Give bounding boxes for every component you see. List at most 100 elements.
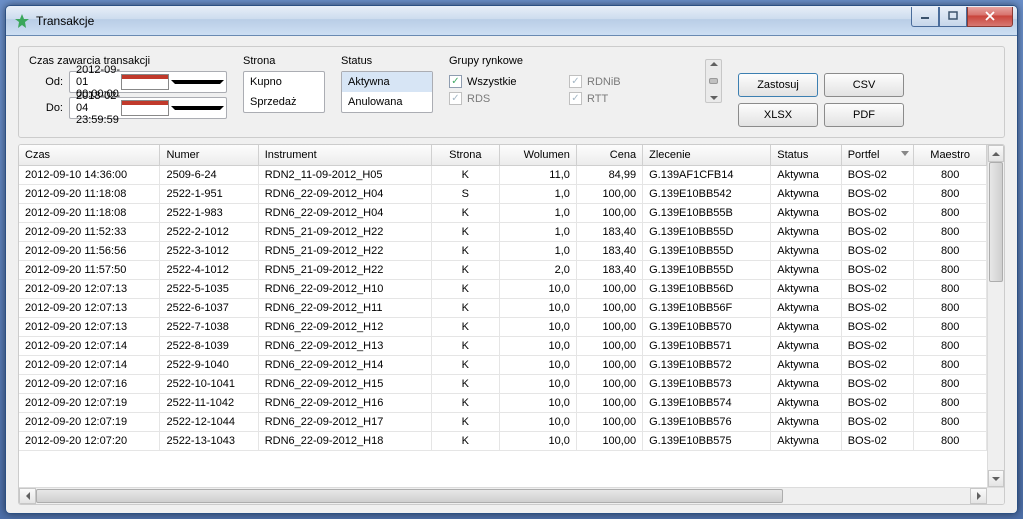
cell-strona: K <box>431 261 499 280</box>
status-listbox[interactable]: Aktywna Anulowana <box>341 71 433 113</box>
cell-wolumen: 1,0 <box>500 242 577 261</box>
header-cena[interactable]: Cena <box>576 145 642 166</box>
scroll-right-button[interactable] <box>970 488 987 504</box>
cell-numer: 2522-1-951 <box>160 185 258 204</box>
cell-wolumen: 10,0 <box>500 394 577 413</box>
header-numer[interactable]: Numer <box>160 145 258 166</box>
apply-button[interactable]: Zastosuj <box>738 73 818 97</box>
header-strona[interactable]: Strona <box>431 145 499 166</box>
cell-strona: K <box>431 204 499 223</box>
cell-cena: 100,00 <box>576 375 642 394</box>
cell-instrument: RDN6_22-09-2012_H17 <box>258 413 431 432</box>
close-button[interactable] <box>967 7 1013 27</box>
cell-strona: K <box>431 356 499 375</box>
scroll-thumb[interactable] <box>989 162 1003 282</box>
cell-portfel: BOS-02 <box>841 185 914 204</box>
cell-czas: 2012-09-20 12:07:14 <box>19 337 160 356</box>
vertical-scrollbar[interactable] <box>987 145 1004 487</box>
table-row[interactable]: 2012-09-20 12:07:142522-9-1040RDN6_22-09… <box>19 356 987 375</box>
cell-strona: K <box>431 413 499 432</box>
status-option-cancelled[interactable]: Anulowana <box>342 92 432 112</box>
cell-maestro: 800 <box>914 204 987 223</box>
scroll-thumb[interactable] <box>709 78 718 84</box>
cell-status: Aktywna <box>771 337 841 356</box>
scroll-left-button[interactable] <box>19 488 36 504</box>
cell-instrument: RDN6_22-09-2012_H11 <box>258 299 431 318</box>
check-rdnib[interactable]: ✓ RDNiB <box>569 75 689 88</box>
cell-instrument: RDN6_22-09-2012_H10 <box>258 280 431 299</box>
cell-strona: K <box>431 394 499 413</box>
table-row[interactable]: 2012-09-20 12:07:132522-6-1037RDN6_22-09… <box>19 299 987 318</box>
cell-status: Aktywna <box>771 375 841 394</box>
cell-cena: 100,00 <box>576 185 642 204</box>
xlsx-button[interactable]: XLSX <box>738 103 818 127</box>
cell-strona: K <box>431 223 499 242</box>
to-datetime-picker[interactable]: 2013-02-04 23:59:59 <box>69 97 227 119</box>
status-group: Status Aktywna Anulowana <box>341 55 433 113</box>
side-option-sell[interactable]: Sprzedaż <box>244 92 324 112</box>
cell-numer: 2522-13-1043 <box>160 432 258 451</box>
table-row[interactable]: 2012-09-20 12:07:192522-11-1042RDN6_22-0… <box>19 394 987 413</box>
time-group: Czas zawarcia transakcji Od: 2012-09-01 … <box>29 55 227 123</box>
cell-maestro: 800 <box>914 394 987 413</box>
cell-cena: 100,00 <box>576 204 642 223</box>
groups-scrollbar[interactable] <box>705 59 722 103</box>
side-listbox[interactable]: Kupno Sprzedaż <box>243 71 325 113</box>
header-instrument[interactable]: Instrument <box>258 145 431 166</box>
scroll-thumb[interactable] <box>36 489 783 503</box>
check-all[interactable]: ✓ Wszystkie <box>449 75 569 88</box>
table-row[interactable]: 2012-09-20 11:56:562522-3-1012RDN5_21-09… <box>19 242 987 261</box>
table-row[interactable]: 2012-09-20 11:52:332522-2-1012RDN5_21-09… <box>19 223 987 242</box>
cell-cena: 84,99 <box>576 166 642 185</box>
status-option-active[interactable]: Aktywna <box>342 72 432 92</box>
minimize-button[interactable] <box>911 7 939 27</box>
table-row[interactable]: 2012-09-10 14:36:002509-6-24RDN2_11-09-2… <box>19 166 987 185</box>
cell-portfel: BOS-02 <box>841 337 914 356</box>
table-row[interactable]: 2012-09-20 12:07:162522-10-1041RDN6_22-0… <box>19 375 987 394</box>
button-group: Zastosuj CSV XLSX PDF <box>738 55 912 127</box>
check-all-label: Wszystkie <box>467 76 517 88</box>
cell-cena: 100,00 <box>576 394 642 413</box>
cell-zlecenie: G.139AF1CFB14 <box>643 166 771 185</box>
table-row[interactable]: 2012-09-20 12:07:132522-7-1038RDN6_22-09… <box>19 318 987 337</box>
filter-panel: Czas zawarcia transakcji Od: 2012-09-01 … <box>18 46 1005 138</box>
check-rtt[interactable]: ✓ RTT <box>569 92 689 105</box>
cell-portfel: BOS-02 <box>841 432 914 451</box>
header-maestro[interactable]: Maestro <box>914 145 987 166</box>
table-row[interactable]: 2012-09-20 12:07:142522-8-1039RDN6_22-09… <box>19 337 987 356</box>
cell-status: Aktywna <box>771 242 841 261</box>
cell-strona: S <box>431 185 499 204</box>
table-row[interactable]: 2012-09-20 12:07:132522-5-1035RDN6_22-09… <box>19 280 987 299</box>
filter-icon <box>901 151 909 156</box>
transactions-grid[interactable]: Czas Numer Instrument Strona Wolumen Cen… <box>19 145 987 487</box>
cell-czas: 2012-09-20 12:07:13 <box>19 280 160 299</box>
header-czas[interactable]: Czas <box>19 145 160 166</box>
table-row[interactable]: 2012-09-20 11:18:082522-1-951RDN6_22-09-… <box>19 185 987 204</box>
titlebar[interactable]: Transakcje <box>6 6 1017 36</box>
table-row[interactable]: 2012-09-20 11:57:502522-4-1012RDN5_21-09… <box>19 261 987 280</box>
scroll-up-button[interactable] <box>988 145 1004 162</box>
horizontal-scrollbar[interactable] <box>19 487 1004 504</box>
table-row[interactable]: 2012-09-20 11:18:082522-1-983RDN6_22-09-… <box>19 204 987 223</box>
maximize-button[interactable] <box>939 7 967 27</box>
header-wolumen[interactable]: Wolumen <box>500 145 577 166</box>
check-rds[interactable]: ✓ RDS <box>449 92 569 105</box>
header-zlecenie[interactable]: Zlecenie <box>643 145 771 166</box>
cell-numer: 2522-2-1012 <box>160 223 258 242</box>
arrow-right-icon <box>977 492 981 500</box>
cell-wolumen: 2,0 <box>500 261 577 280</box>
scroll-down-button[interactable] <box>988 470 1004 487</box>
side-option-buy[interactable]: Kupno <box>244 72 324 92</box>
scroll-track[interactable] <box>36 488 970 504</box>
scroll-track[interactable] <box>988 162 1004 470</box>
cell-wolumen: 11,0 <box>500 166 577 185</box>
cell-strona: K <box>431 375 499 394</box>
table-row[interactable]: 2012-09-20 12:07:192522-12-1044RDN6_22-0… <box>19 413 987 432</box>
table-row[interactable]: 2012-09-20 12:07:202522-13-1043RDN6_22-0… <box>19 432 987 451</box>
csv-button[interactable]: CSV <box>824 73 904 97</box>
cell-cena: 183,40 <box>576 223 642 242</box>
cell-numer: 2522-3-1012 <box>160 242 258 261</box>
header-status[interactable]: Status <box>771 145 841 166</box>
header-portfel[interactable]: Portfel <box>841 145 914 166</box>
pdf-button[interactable]: PDF <box>824 103 904 127</box>
